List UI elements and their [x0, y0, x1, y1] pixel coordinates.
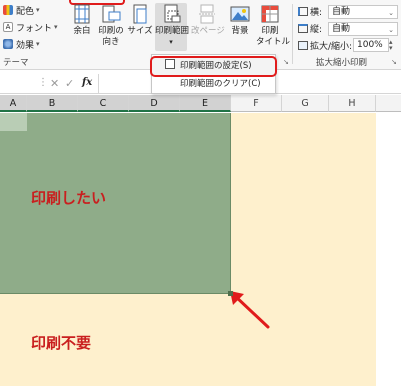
theme-colors-button[interactable]: 配色 ▾ [3, 3, 40, 17]
more-icon: ⋮ [38, 77, 48, 88]
background-icon [229, 3, 251, 25]
theme-group: 配色 ▾ A フォント ▾ 効果 ▾ テーマ [0, 0, 58, 70]
group-divider [292, 4, 293, 64]
zoom-input[interactable]: 100% [353, 38, 389, 52]
width-row: 横: 自動 ⌄ [298, 4, 398, 19]
worksheet-grid[interactable]: A B C D E F G H 印刷したい 印刷不要 [0, 95, 401, 386]
clear-print-area-item[interactable]: 印刷範囲のクリア(C) [152, 76, 275, 93]
font-icon: A [3, 22, 13, 32]
print-area-icon [160, 3, 182, 25]
fx-icon[interactable]: fx [82, 77, 92, 88]
chevron-down-icon: ▾ [36, 6, 40, 14]
column-header-a[interactable]: A [0, 95, 27, 112]
color-palette-icon [3, 5, 13, 15]
page-break-icon [196, 3, 218, 25]
print-area-dropdown: 印刷範囲の設定(S) 印刷範囲のクリア(C) [150, 54, 277, 94]
chevron-down-icon: ⌄ [388, 8, 394, 17]
confirm-icon[interactable]: ✓ [65, 77, 74, 90]
page-break-button[interactable]: 改ページ [191, 3, 225, 51]
dialog-launcher-icon[interactable]: ↘ [283, 58, 289, 66]
orientation-icon [100, 3, 122, 25]
print-area-icon [165, 59, 175, 69]
size-button[interactable]: サイズ [127, 3, 153, 51]
column-header-b[interactable]: B [27, 95, 78, 112]
print-titles-icon [259, 3, 281, 25]
background-button[interactable]: 背景 [227, 3, 253, 51]
margins-button[interactable]: 余白 [69, 3, 95, 51]
margins-icon [71, 3, 93, 25]
zoom-icon [298, 41, 308, 50]
effects-icon [3, 39, 13, 49]
active-cell[interactable] [0, 113, 27, 131]
dialog-launcher-icon[interactable]: ↘ [391, 58, 397, 66]
column-header-f[interactable]: F [231, 95, 282, 112]
chevron-down-icon: ⌄ [388, 25, 394, 34]
zoom-row: 拡大/縮小: [298, 38, 352, 53]
theme-effects-button[interactable]: 効果 ▾ [3, 37, 40, 51]
print-area-button[interactable]: 印刷範囲 ▾ [155, 3, 189, 51]
cancel-icon[interactable]: ✕ [50, 77, 59, 90]
column-header-empty [376, 95, 401, 112]
non-print-region[interactable] [231, 113, 376, 294]
chevron-down-icon: ▾ [36, 40, 40, 48]
set-print-area-item[interactable]: 印刷範囲の設定(S) [150, 56, 277, 77]
theme-fonts-button[interactable]: A フォント ▾ [3, 20, 58, 34]
chevron-down-icon: ▾ [54, 23, 58, 31]
column-header-d[interactable]: D [129, 95, 180, 112]
height-icon [298, 24, 308, 33]
zoom-spinner[interactable]: ▴ ▾ [389, 39, 393, 52]
theme-group-label: テーマ [3, 58, 29, 68]
column-header-h[interactable]: H [329, 95, 376, 112]
print-label: 印刷したい [31, 189, 107, 207]
column-header-g[interactable]: G [282, 95, 329, 112]
column-header-e[interactable]: E [180, 95, 231, 112]
size-icon [129, 3, 151, 25]
print-titles-button[interactable]: 印刷 タイトル [256, 3, 290, 51]
pointer-arrow-icon [230, 291, 270, 329]
orientation-button[interactable]: 印刷の 向き [96, 3, 126, 51]
scale-group-label: 拡大縮小印刷 [316, 58, 368, 68]
width-icon [298, 7, 308, 16]
width-select[interactable]: 自動 ⌄ [328, 4, 398, 19]
height-row: 縦: 自動 ⌄ [298, 21, 398, 36]
height-select[interactable]: 自動 ⌄ [328, 21, 398, 36]
no-print-label: 印刷不要 [31, 334, 92, 352]
column-header-c[interactable]: C [78, 95, 129, 112]
chevron-down-icon: ▾ [169, 38, 173, 46]
fill-handle[interactable] [228, 291, 233, 296]
